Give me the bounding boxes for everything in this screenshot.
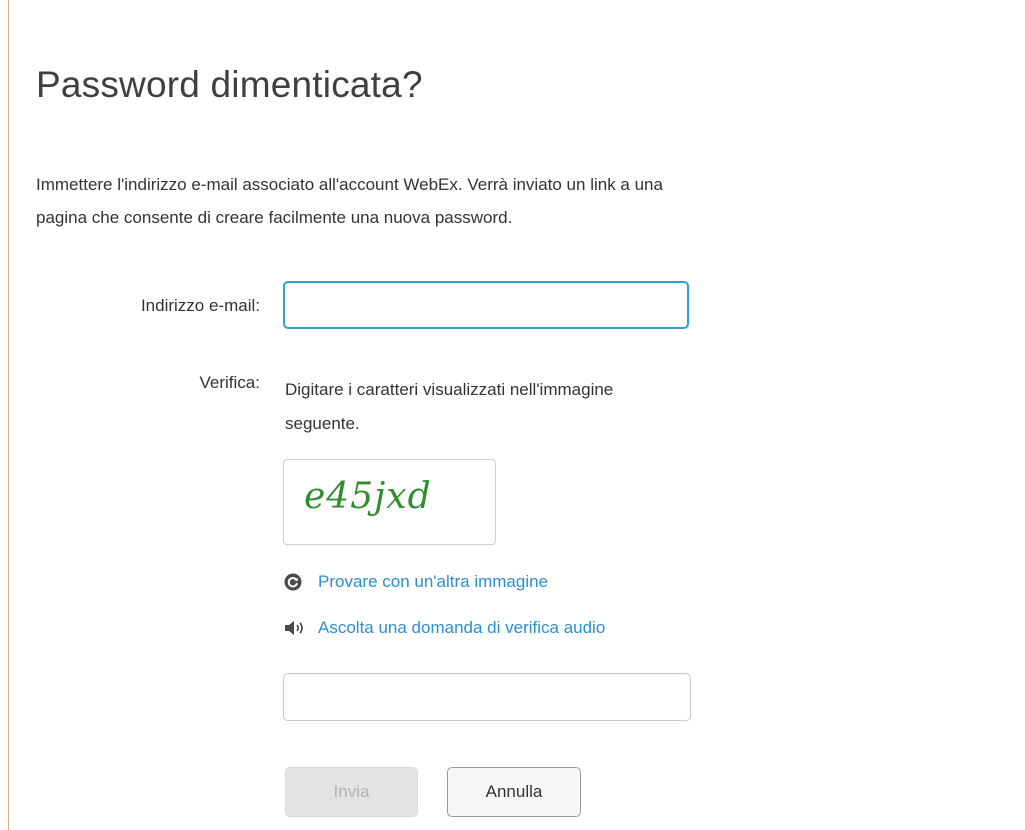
- send-button[interactable]: Invia: [285, 767, 418, 817]
- verify-label: Verifica:: [199, 373, 260, 392]
- email-field[interactable]: [283, 281, 689, 329]
- verify-instruction-line-2: seguente.: [285, 414, 360, 433]
- left-accent-border: [8, 0, 9, 830]
- cancel-button[interactable]: Annulla: [447, 767, 581, 817]
- intro-line-1: Immettere l'indirizzo e-mail associato a…: [36, 175, 663, 194]
- page-title: Password dimenticata?: [36, 64, 423, 105]
- speaker-icon: [284, 618, 308, 638]
- email-label: Indirizzo e-mail:: [140, 296, 260, 315]
- refresh-icon: [284, 572, 308, 592]
- refresh-captcha-link[interactable]: Provare con un'altra immagine: [284, 570, 548, 594]
- audio-captcha-label[interactable]: Ascolta una domanda di verifica audio: [318, 618, 605, 638]
- verify-instructions: Digitare i caratteri visualizzati nell'i…: [285, 373, 765, 441]
- intro-line-2: pagina che consente di creare facilmente…: [36, 208, 513, 227]
- refresh-captcha-label[interactable]: Provare con un'altra immagine: [318, 572, 548, 592]
- captcha-image: e45jxd: [283, 459, 496, 545]
- forgot-password-page: Password dimenticata? Immettere l'indiri…: [0, 0, 1025, 830]
- audio-captcha-link[interactable]: Ascolta una domanda di verifica audio: [284, 616, 605, 640]
- intro-text: Immettere l'indirizzo e-mail associato a…: [36, 168, 986, 234]
- verify-instruction-line-1: Digitare i caratteri visualizzati nell'i…: [285, 380, 614, 399]
- captcha-answer-field[interactable]: [283, 673, 691, 721]
- captcha-image-text: e45jxd: [304, 476, 432, 517]
